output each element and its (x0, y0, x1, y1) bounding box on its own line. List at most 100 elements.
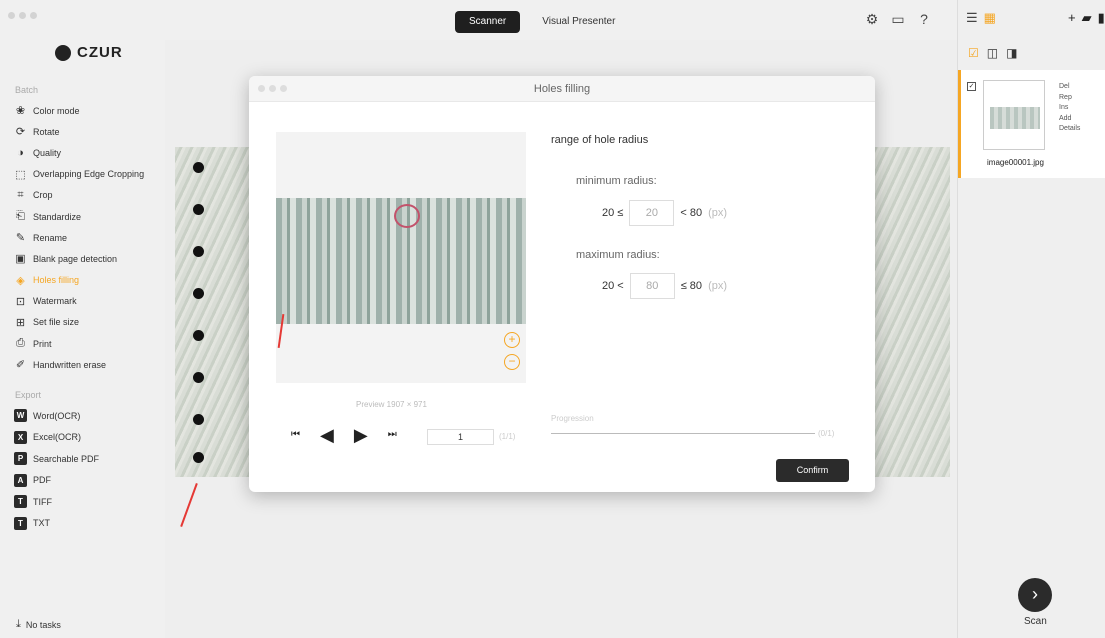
page-player: ⏮ ◀ ▶ ⏭ (291, 426, 397, 444)
preview-caption: Preview 1907 × 971 (356, 400, 427, 409)
sidebar-item-watermark[interactable]: ⊡ Watermark (14, 291, 144, 312)
delete-icon[interactable]: ▮ (1098, 10, 1105, 26)
mode-tabs: Scanner Visual Presenter (455, 11, 629, 33)
crop-icon: ⌗ (17, 188, 24, 201)
thumbnail-card[interactable]: ✓ Del Rep Ins Add Details image00001.jpg (958, 70, 1105, 178)
sidebar-item-file-size[interactable]: ⊞ Set file size (14, 312, 144, 333)
compare-icon[interactable]: ◨ (1006, 46, 1017, 60)
file-size-icon: ⊞ (15, 316, 26, 329)
task-status[interactable]: ⤓ No tasks (16, 618, 61, 631)
next-page-icon[interactable]: ▶ (354, 426, 368, 444)
max-radius-row: 20 < 80 ≤ 80 (px) (602, 273, 727, 299)
export-pdf[interactable]: A PDF (14, 470, 99, 492)
progress-count: (0/1) (818, 429, 835, 438)
searchable-pdf-icon: P (14, 452, 27, 466)
thumbnail-context-menu: Del Rep Ins Add Details (1059, 82, 1080, 135)
dialog-window-controls[interactable] (258, 85, 287, 92)
menu-item-rep[interactable]: Rep (1059, 93, 1080, 104)
add-icon[interactable]: + (1068, 10, 1076, 26)
window-controls[interactable] (8, 12, 37, 19)
edge-crop-icon: ⬚ (15, 168, 26, 181)
chat-icon[interactable]: ▭ (890, 11, 906, 27)
view-toggle: ☰ ▦ (966, 10, 996, 26)
color-mode-icon: ❀ (15, 105, 26, 118)
max-radius-unit: (px) (708, 280, 728, 292)
max-radius-suffix: ≤ 80 (680, 280, 703, 292)
preview-stamp (394, 204, 420, 228)
dialog-title: Holes filling (533, 83, 591, 95)
menu-item-del[interactable]: Del (1059, 82, 1080, 93)
tab-visual-presenter[interactable]: Visual Presenter (528, 11, 629, 33)
last-page-icon[interactable]: ⏭ (388, 428, 397, 442)
min-radius-input[interactable]: 20 (629, 200, 675, 226)
menu-item-ins[interactable]: Ins (1059, 103, 1080, 114)
export-section-label: Export (15, 390, 42, 400)
binder-hole (193, 414, 204, 425)
thumbnail-checkbox[interactable]: ✓ (967, 82, 976, 91)
standardize-icon: ⎗ (16, 210, 25, 223)
max-radius-label: maximum radius: (576, 249, 660, 261)
help-icon[interactable]: ? (916, 11, 932, 27)
thumbnail-image[interactable] (983, 80, 1045, 150)
batch-menu: ❀ Color mode ⟳ Rotate ◑ Quality ⬚ Overlappin… (14, 100, 144, 375)
progress-bar (551, 433, 815, 434)
tab-scanner[interactable]: Scanner (455, 11, 521, 33)
sidebar-item-rename[interactable]: ✎ Rename (14, 227, 144, 248)
logo-text: CZUR (77, 44, 123, 61)
scan-button[interactable]: › (1018, 578, 1052, 612)
binder-hole (193, 162, 204, 173)
page-number-input[interactable]: 1 (427, 429, 494, 445)
sidebar-item-handwritten-erase[interactable]: ✐ Handwritten erase (14, 354, 144, 375)
sidebar-item-crop[interactable]: ⌗ Crop (14, 185, 144, 206)
select-all-icon[interactable]: ☑ (968, 46, 979, 60)
menu-item-details[interactable]: Details (1059, 124, 1080, 135)
list-view-icon[interactable]: ☰ (966, 10, 978, 26)
prev-page-icon[interactable]: ◀ (320, 426, 334, 444)
zoom-in-icon[interactable]: + (504, 332, 520, 348)
sidebar-item-edge-cropping[interactable]: ⬚ Overlapping Edge Cropping (14, 164, 144, 185)
export-word[interactable]: W Word(OCR) (14, 405, 99, 427)
min-radius-unit: (px) (708, 207, 728, 219)
confirm-button[interactable]: Confirm (776, 459, 849, 482)
binder-hole (193, 246, 204, 257)
sidebar-item-holes-filling[interactable]: ◈ Holes filling (14, 270, 144, 291)
sidebar-item-rotate[interactable]: ⟳ Rotate (14, 121, 144, 142)
export-excel[interactable]: X Excel(OCR) (14, 427, 99, 449)
split-view-icon[interactable]: ◫ (987, 46, 998, 60)
binder-hole (193, 288, 204, 299)
sidebar-item-quality[interactable]: ◑ Quality (14, 142, 144, 163)
watermark-icon: ⊡ (15, 295, 26, 308)
export-searchable-pdf[interactable]: P Searchable PDF (14, 448, 99, 470)
sidebar-item-color-mode[interactable]: ❀ Color mode (14, 100, 144, 121)
holes-filling-dialog: Holes filling + − Preview 1907 × 971 ⏮ ◀… (249, 76, 875, 492)
max-radius-input[interactable]: 80 (629, 273, 675, 299)
sidebar-item-print[interactable]: ⎙ Print (14, 333, 144, 354)
min-radius-row: 20 ≤ 20 < 80 (px) (602, 200, 727, 226)
pdf-icon: A (14, 473, 27, 487)
folder-icon[interactable]: ▰ (1082, 10, 1092, 26)
min-radius-suffix: < 80 (680, 207, 703, 219)
sidebar-item-blank-page[interactable]: ▣ Blank page detection (14, 248, 144, 269)
thumbnail-filename: image00001.jpg (987, 158, 1044, 167)
print-icon: ⎙ (16, 337, 25, 350)
progress-label: Progression (551, 414, 594, 423)
quality-icon: ◑ (17, 146, 24, 159)
gear-icon[interactable]: ⚙ (864, 11, 880, 27)
page-total: (1/1) (499, 432, 516, 441)
logo-mark-icon (55, 44, 71, 61)
min-radius-prefix: 20 ≤ (602, 207, 624, 219)
dialog-title-bar: Holes filling (249, 76, 875, 102)
export-txt[interactable]: T TXT (14, 513, 99, 535)
preview-panel: + − (276, 132, 526, 383)
file-actions: + ▰ ▮ (1068, 10, 1105, 26)
export-menu: W Word(OCR) X Excel(OCR) P Searchable PDF A… (14, 405, 99, 534)
menu-item-add[interactable]: Add (1059, 114, 1080, 125)
batch-section-label: Batch (15, 85, 39, 95)
range-title: range of hole radius (551, 134, 649, 146)
word-icon: W (14, 409, 27, 423)
grid-view-icon[interactable]: ▦ (984, 10, 996, 26)
zoom-out-icon[interactable]: − (504, 354, 520, 370)
export-tiff[interactable]: T TIFF (14, 491, 99, 513)
first-page-icon[interactable]: ⏮ (291, 428, 300, 442)
sidebar-item-standardize[interactable]: ⎗ Standardize (14, 206, 144, 227)
